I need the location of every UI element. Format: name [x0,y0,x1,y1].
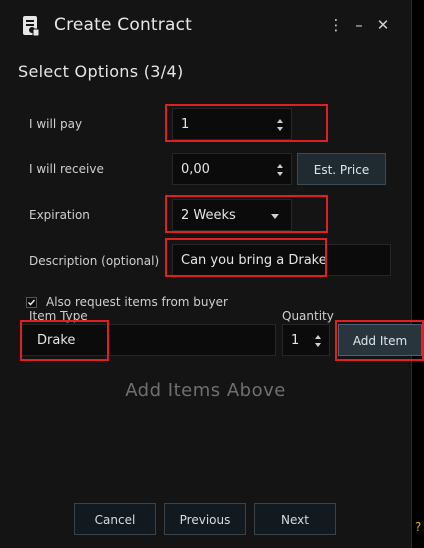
checkbox-icon[interactable] [26,297,37,308]
est-price-label: Est. Price [313,163,370,177]
receive-value: 0,00 [181,162,210,177]
pay-input[interactable]: 1 [172,108,292,140]
pay-value: 1 [181,117,190,132]
expiration-dropdown[interactable]: 2 Weeks [172,199,292,231]
quantity-stepper[interactable]: 1 [282,324,330,356]
previous-label: Previous [179,513,231,527]
spin-icon[interactable] [275,117,285,133]
est-price-button[interactable]: Est. Price [297,153,386,185]
window-title: Create Contract [54,15,193,35]
close-icon[interactable]: ✕ [373,14,393,36]
expiration-label: Expiration [29,208,90,222]
description-label: Description (optional) [29,254,160,268]
description-value: Can you bring a Drake [181,253,327,268]
request-items-label[interactable]: Also request items from buyer [46,295,228,309]
title-bar[interactable]: Create Contract ⋮ – ✕ [0,0,411,50]
previous-button[interactable]: Previous [164,503,246,535]
contract-icon [20,14,42,38]
spin-icon[interactable] [275,162,285,178]
chevron-down-icon [271,214,279,219]
empty-items-note: Add Items Above [125,380,286,401]
next-button[interactable]: Next [254,503,336,535]
receive-input[interactable]: 0,00 [172,153,292,185]
quantity-label: Quantity [282,309,334,323]
help-icon[interactable]: ? [415,520,421,534]
cancel-button[interactable]: Cancel [74,503,156,535]
cancel-label: Cancel [94,513,136,527]
quantity-value: 1 [291,333,300,348]
item-type-label: Item Type [29,309,88,323]
expiration-value: 2 Weeks [181,208,236,223]
item-type-input[interactable]: Drake [20,324,276,356]
create-contract-window: Create Contract ⋮ – ✕ Select Options (3/… [0,0,424,548]
pay-label: I will pay [29,117,83,131]
spin-icon[interactable] [313,333,323,349]
add-item-button[interactable]: Add Item [338,324,422,356]
menu-icon[interactable]: ⋮ [326,14,346,36]
receive-label: I will receive [29,162,104,176]
description-input[interactable]: Can you bring a Drake [172,244,391,276]
item-type-value: Drake [37,333,76,348]
add-item-label: Add Item [352,334,408,348]
next-label: Next [281,513,309,527]
step-heading: Select Options (3/4) [18,62,184,81]
minimize-icon[interactable]: – [349,14,369,36]
